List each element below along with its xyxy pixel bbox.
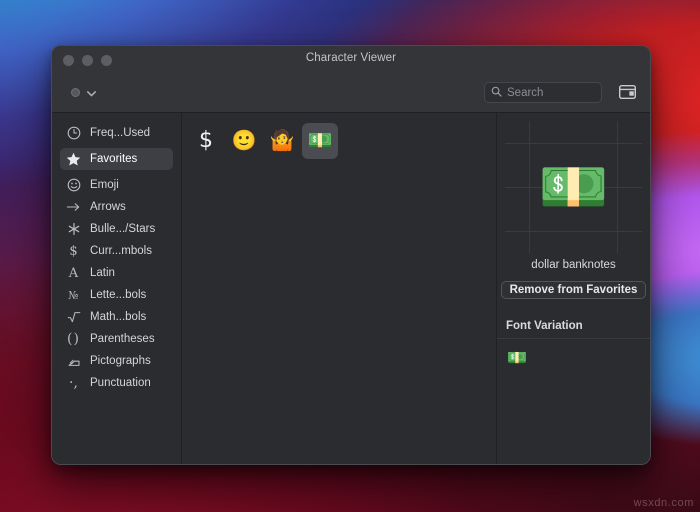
character-glyph: 🤷 bbox=[269, 130, 295, 152]
sidebar-item-label: Pictographs bbox=[90, 355, 151, 367]
dollar-icon: $ bbox=[69, 243, 78, 259]
sidebar-item-parentheses[interactable]: () Parentheses bbox=[60, 328, 173, 350]
sidebar-item-favorites[interactable]: Favorites bbox=[60, 148, 173, 170]
search-icon bbox=[491, 84, 502, 102]
asterisk-icon bbox=[66, 222, 81, 237]
font-variation-cell[interactable]: 💵 bbox=[506, 348, 528, 370]
desktop-background: Character Viewer Search Freq...Used Favo… bbox=[0, 0, 700, 512]
sidebar-item-label: Bulle.../Stars bbox=[90, 223, 156, 235]
sidebar-item-label: Arrows bbox=[90, 201, 126, 213]
character-grid-row: $ 🙂 🤷 💵 bbox=[188, 123, 496, 159]
sidebar-item-label: Latin bbox=[90, 267, 115, 279]
sidebar-item-math-symbols[interactable]: Math...bols bbox=[60, 306, 173, 328]
category-popup-button[interactable] bbox=[66, 81, 101, 105]
font-variation-list: 💵 bbox=[497, 339, 650, 370]
character-cell-dollar-banknote[interactable]: 💵 bbox=[302, 123, 338, 159]
search-input[interactable] bbox=[507, 86, 595, 99]
sidebar-item-label: Favorites bbox=[90, 153, 138, 165]
sidebar-item-punctuation[interactable]: ·, Punctuation bbox=[60, 372, 173, 394]
preview-guide-line bbox=[505, 231, 642, 232]
character-glyph: $ bbox=[199, 128, 213, 153]
character-name-label: dollar banknotes bbox=[531, 259, 616, 271]
star-icon bbox=[66, 152, 81, 167]
font-variation-heading: Font Variation bbox=[506, 320, 583, 332]
clock-icon bbox=[66, 126, 81, 141]
window-titlebar[interactable]: Character Viewer bbox=[52, 46, 650, 73]
character-preview: 💵 bbox=[505, 121, 642, 253]
parentheses-icon: () bbox=[67, 331, 80, 347]
sidebar-item-currency-symbols[interactable]: $ Curr...mbols bbox=[60, 240, 173, 262]
sidebar-item-pictographs[interactable]: Pictographs bbox=[60, 350, 173, 372]
sidebar-item-latin[interactable]: A Latin bbox=[60, 262, 173, 284]
chevron-down-icon bbox=[87, 84, 96, 102]
character-glyph: 💵 bbox=[307, 130, 333, 152]
punctuation-icon: ·, bbox=[69, 374, 78, 391]
sidebar-item-label: Punctuation bbox=[90, 377, 151, 389]
sidebar-item-label: Lette...bols bbox=[90, 289, 147, 301]
panel-toggle-button[interactable] bbox=[616, 82, 638, 102]
sidebar-item-bullets-stars[interactable]: Bulle.../Stars bbox=[60, 218, 173, 240]
toolbar bbox=[52, 73, 650, 113]
sidebar: Freq...Used Favorites Emoji Arrows Bulle… bbox=[52, 113, 182, 464]
font-variation-glyph: 💵 bbox=[507, 350, 527, 367]
sidebar-item-label: Emoji bbox=[90, 179, 119, 191]
window-body: Freq...Used Favorites Emoji Arrows Bulle… bbox=[52, 113, 650, 464]
square-root-icon bbox=[66, 310, 81, 325]
character-grid: $ 🙂 🤷 💵 bbox=[182, 113, 497, 464]
preview-guide-line bbox=[505, 143, 642, 144]
numero-icon: № bbox=[68, 288, 79, 302]
smiley-icon bbox=[66, 178, 81, 193]
arrow-right-icon bbox=[66, 200, 81, 215]
detail-pane: 💵 dollar banknotes Remove from Favorites… bbox=[497, 113, 650, 464]
sidebar-item-letterlike-symbols[interactable]: № Lette...bols bbox=[60, 284, 173, 306]
sidebar-item-label: Math...bols bbox=[90, 311, 147, 323]
sidebar-item-label: Parentheses bbox=[90, 333, 155, 345]
sidebar-item-frequently-used[interactable]: Freq...Used bbox=[60, 122, 173, 144]
character-viewer-window: Character Viewer Search Freq...Used Favo… bbox=[51, 45, 651, 465]
sidebar-item-emoji[interactable]: Emoji bbox=[60, 174, 173, 196]
sidebar-item-arrows[interactable]: Arrows bbox=[60, 196, 173, 218]
search-field[interactable] bbox=[484, 82, 602, 103]
character-cell-slightly-smiling-face[interactable]: 🙂 bbox=[226, 123, 262, 159]
preview-glyph: 💵 bbox=[538, 155, 609, 218]
category-dot-icon bbox=[71, 88, 80, 97]
character-glyph: 🙂 bbox=[231, 130, 257, 152]
watermark: wsxdn.com bbox=[633, 497, 694, 509]
window-title: Character Viewer bbox=[305, 52, 397, 64]
sidebar-item-label: Curr...mbols bbox=[90, 245, 152, 257]
sidebar-item-label: Freq...Used bbox=[90, 127, 151, 139]
pictograph-icon bbox=[66, 354, 81, 369]
character-cell-dollar-sign[interactable]: $ bbox=[188, 123, 224, 159]
remove-from-favorites-button[interactable]: Remove from Favorites bbox=[500, 281, 647, 299]
character-cell-person-shrugging[interactable]: 🤷 bbox=[264, 123, 300, 159]
letter-a-icon: A bbox=[68, 265, 79, 281]
